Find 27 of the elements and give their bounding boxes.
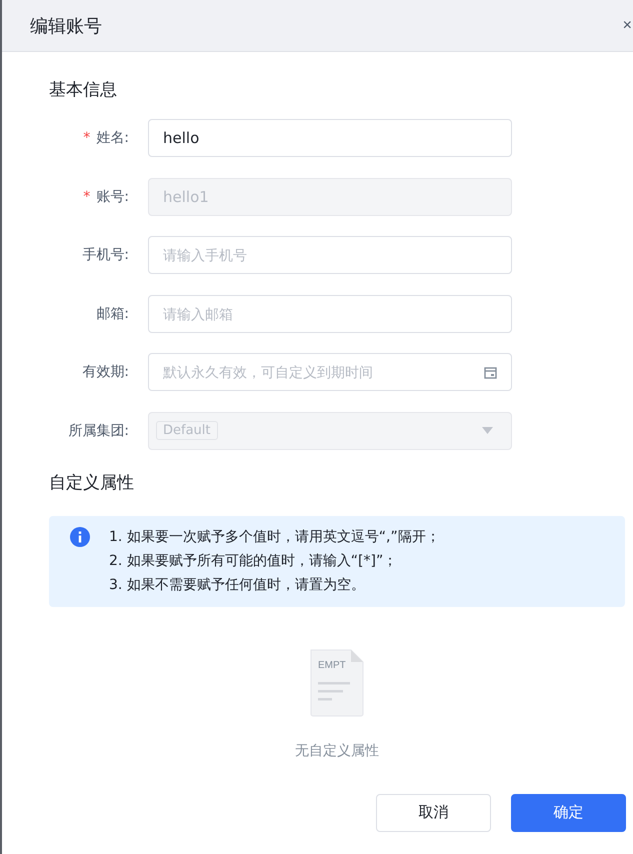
input-field[interactable]: hello <box>148 119 512 157</box>
confirm-button[interactable]: 确定 <box>511 794 626 832</box>
required-mark: * <box>83 188 90 205</box>
date-field[interactable]: 默认永久有效，可自定义到期时间 <box>148 353 512 392</box>
notice-text: 2. 如果要赋予所有可能的值时，请输入“[*]”； <box>109 552 398 571</box>
dropdown-caret-icon <box>482 427 493 434</box>
cancel-button[interactable]: 取消 <box>376 794 491 832</box>
input-field[interactable]: 请输入手机号 <box>148 236 512 274</box>
info-icon <box>70 526 90 547</box>
required-mark: * <box>83 130 90 146</box>
field-label: 手机号: <box>82 246 129 264</box>
notice-text: 3. 如果不需要赋予任何值时，请置为空。 <box>109 576 366 595</box>
calendar-icon <box>484 366 497 380</box>
section-title: 自定义属性 <box>49 472 134 494</box>
notice-text: 1. 如果要一次赋予多个值时，请用英文逗号“,”隔开； <box>109 528 440 547</box>
field-label: 姓名: <box>96 129 129 147</box>
field-label: 所属集团: <box>68 422 129 440</box>
field-label: 有效期: <box>82 363 129 382</box>
empty-message: 无自定义属性 <box>295 742 379 760</box>
section-title: 基本信息 <box>49 79 117 101</box>
close-button[interactable]: × <box>622 16 633 34</box>
field-label: 账号: <box>96 188 129 206</box>
dialog-title: 编辑账号 <box>30 14 102 38</box>
input-field[interactable]: 请输入邮箱 <box>148 294 512 333</box>
tag: Default <box>156 421 218 440</box>
field-label: 邮箱: <box>96 304 129 323</box>
empty-document-drawing: EMPT <box>309 648 365 718</box>
